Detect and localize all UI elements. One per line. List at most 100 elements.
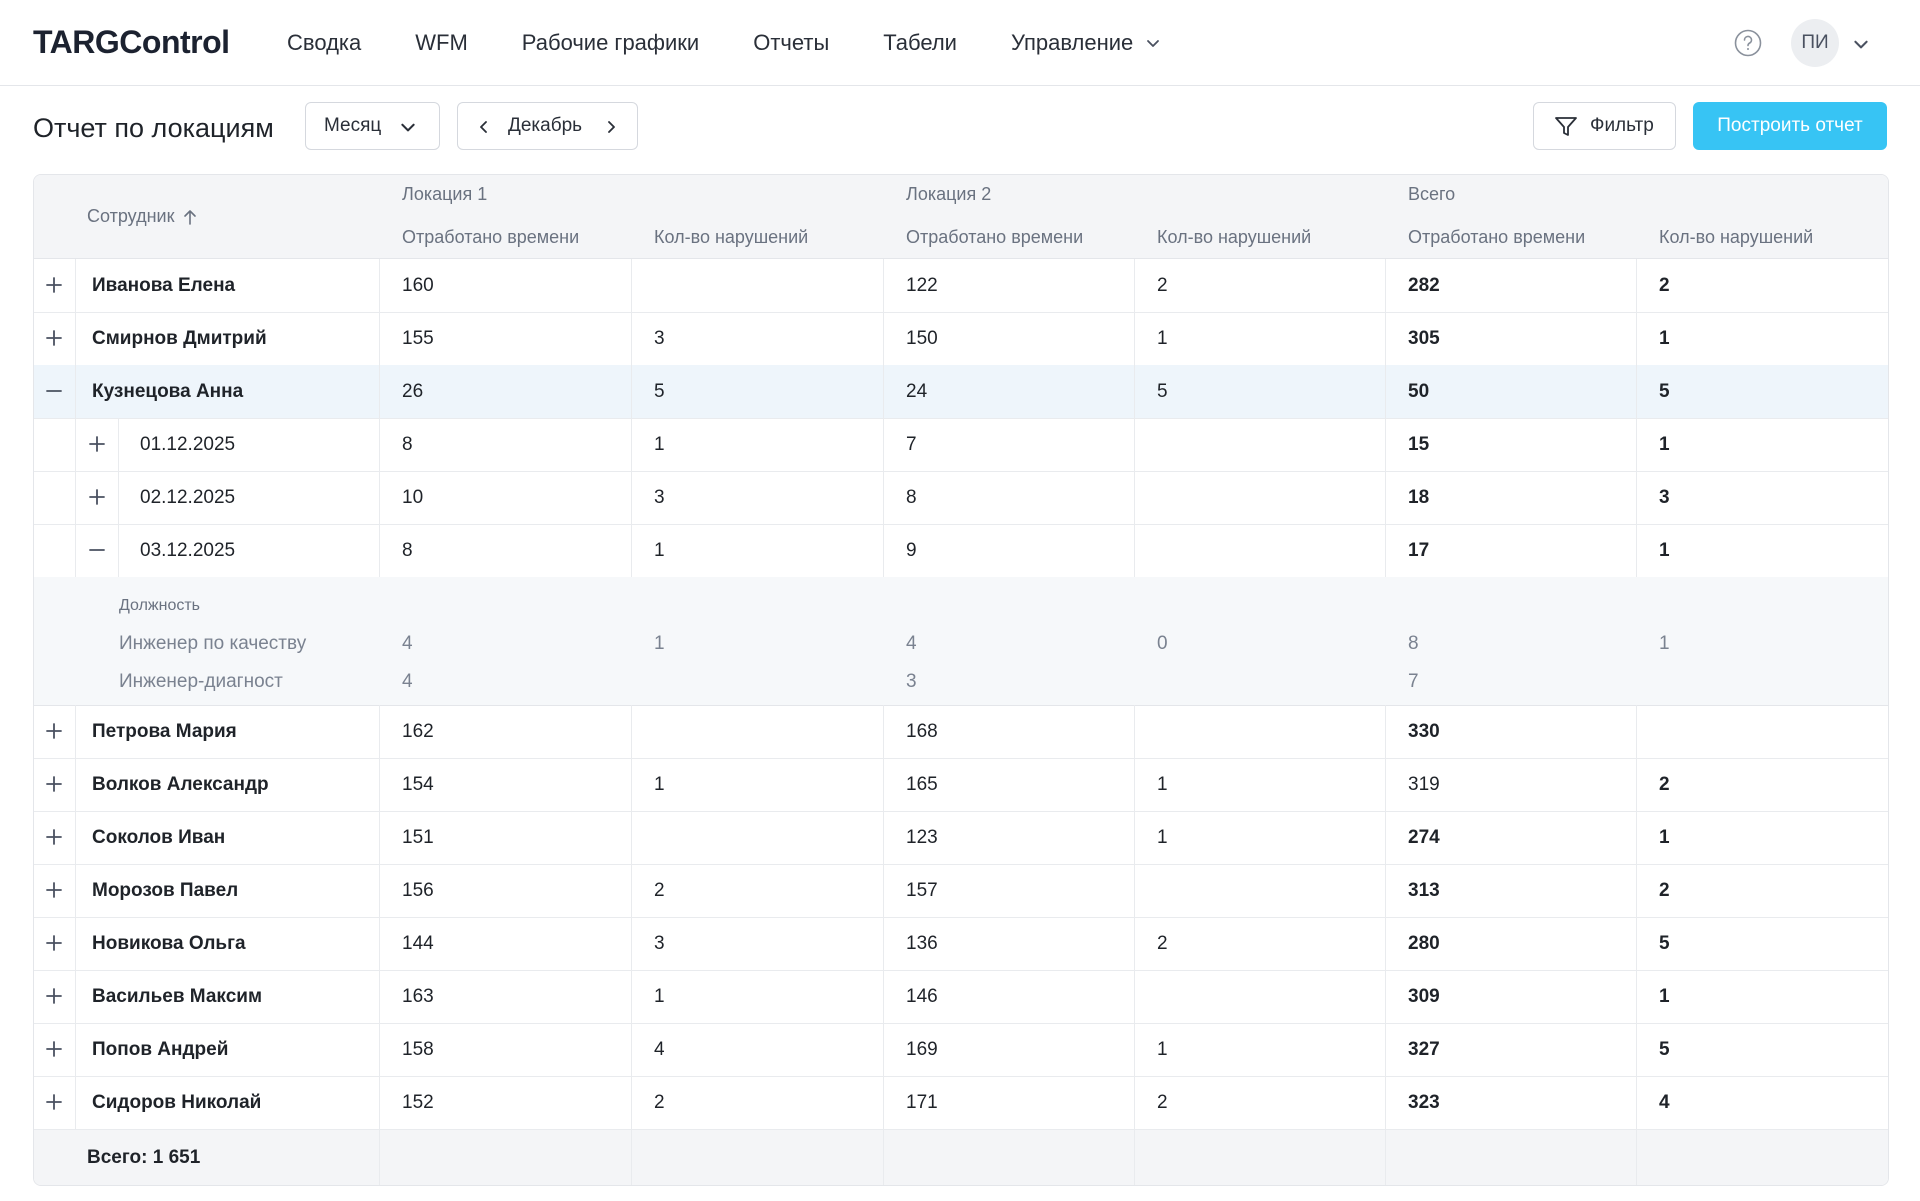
column-divider [379,1023,380,1076]
column-divider [379,524,380,577]
employee-row[interactable]: Морозов Павел 156 2 157 313 2 [34,864,1888,918]
column-divider [1636,1130,1637,1185]
nav-item-management[interactable]: Управление [1011,30,1161,56]
table-header: Сотрудник Локация 1 Локация 2 Всего Отра… [34,175,1888,259]
nav-item-timesheets[interactable]: Табели [883,30,957,56]
expand-icon[interactable] [88,488,106,506]
violations-cell: 3 [654,932,665,954]
column-divider [1636,917,1637,970]
column-divider [379,312,380,365]
group-header-total: Всего [1408,184,1456,204]
violations-cell: 2 [1157,932,1168,954]
hours-cell: 323 [1408,1091,1440,1113]
hours-cell: 282 [1408,274,1440,296]
date-row[interactable]: 01.12.2025 8 1 7 15 1 [34,418,1888,472]
nav-item-label: Сводка [287,30,362,55]
expand-icon[interactable] [45,329,63,347]
employee-name: Попов Андрей [92,1038,229,1060]
employee-row[interactable]: Кузнецова Анна 26 5 24 5 50 5 [34,365,1888,419]
expand-icon[interactable] [45,276,63,294]
expand-icon[interactable] [45,881,63,899]
expand-icon[interactable] [45,987,63,1005]
column-divider [75,811,76,864]
column-divider [1636,758,1637,811]
violations-cell: 2 [1157,274,1168,296]
column-divider [631,418,632,471]
date-row[interactable]: 02.12.2025 10 3 8 18 3 [34,471,1888,525]
violations-cell: 2 [654,879,665,901]
chevron-right-icon[interactable] [603,118,619,136]
nav-item-schedules[interactable]: Рабочие графики [522,30,699,56]
column-divider [75,418,76,471]
column-divider [75,864,76,917]
expand-icon[interactable] [88,435,106,453]
column-divider [631,917,632,970]
column-divider [1636,312,1637,365]
column-divider [379,917,380,970]
period-type-select[interactable]: Месяц [305,102,440,150]
nav-item-reports[interactable]: Отчеты [753,30,829,56]
employee-row[interactable]: Петрова Мария 162 168 330 [34,705,1888,759]
column-divider [75,471,76,524]
column-divider [1636,524,1637,577]
column-divider [75,970,76,1023]
column-divider [1385,524,1386,577]
employee-column-header[interactable]: Сотрудник [87,206,198,227]
column-divider [1636,811,1637,864]
footer-total: Всего: 1 651 [87,1130,200,1185]
employee-row[interactable]: Иванова Елена 160 122 2 282 2 [34,259,1888,313]
date-row[interactable]: 03.12.2025 8 1 9 17 1 [34,524,1888,578]
employee-name: Сидоров Николай [92,1091,262,1113]
chevron-down-icon[interactable] [1852,35,1870,53]
build-report-button[interactable]: Построить отчет [1693,102,1887,150]
employee-name: Соколов Иван [92,826,226,848]
employee-row[interactable]: Сидоров Николай 152 2 171 2 323 4 [34,1076,1888,1130]
expand-icon[interactable] [45,1093,63,1111]
violations-cell: 5 [1157,380,1168,402]
nav-item-wfm[interactable]: WFM [415,30,468,56]
expand-icon[interactable] [45,1040,63,1058]
employee-row[interactable]: Васильев Максим 163 1 146 309 1 [34,970,1888,1024]
expand-icon[interactable] [45,722,63,740]
column-divider [1385,418,1386,471]
main-nav: Сводка WFM Рабочие графики Отчеты Табели… [287,0,1215,86]
hours-cell: 123 [906,826,938,848]
column-divider [379,758,380,811]
column-divider [1134,418,1135,471]
violations-cell: 1 [654,985,665,1007]
column-divider [883,705,884,758]
expand-icon[interactable] [45,828,63,846]
collapse-icon[interactable] [45,382,63,400]
employee-row[interactable]: Соколов Иван 151 123 1 274 1 [34,811,1888,865]
employee-row[interactable]: Смирнов Дмитрий 155 3 150 1 305 1 [34,312,1888,366]
column-divider [631,1023,632,1076]
date-label: 01.12.2025 [140,433,236,455]
expand-icon[interactable] [45,775,63,793]
violations-cell: 1 [1157,327,1168,349]
column-divider [1385,471,1386,524]
help-icon[interactable] [1734,29,1762,57]
violations-cell: 1 [1659,327,1670,349]
violations-cell: 2 [1157,1091,1168,1113]
chevron-left-icon[interactable] [476,118,492,136]
employee-row[interactable]: Новикова Ольга 144 3 136 2 280 5 [34,917,1888,971]
user-avatar[interactable]: ПИ [1791,19,1839,67]
expand-icon[interactable] [45,934,63,952]
column-divider [631,811,632,864]
employee-row[interactable]: Попов Андрей 158 4 169 1 327 5 [34,1023,1888,1077]
subheader-violations: Кол-во нарушений [1659,227,1814,247]
position-breakdown: Должность Инженер по качеству 4 1 4 0 8 1 Инжене… [34,577,1888,706]
hours-cell: 154 [402,773,434,795]
app-logo[interactable]: TARGControl [33,24,230,61]
employee-row[interactable]: Волков Александр 154 1 165 1 319 2 [34,758,1888,812]
violations-cell: 1 [1157,773,1168,795]
column-divider [1385,1130,1386,1185]
filter-button[interactable]: Фильтр [1533,102,1676,150]
violations-cell: 1 [654,539,665,561]
hours-cell: 162 [402,720,434,742]
date-label: 02.12.2025 [140,486,236,508]
column-divider [75,917,76,970]
nav-item-summary[interactable]: Сводка [287,30,361,56]
hours-cell: 18 [1408,486,1430,508]
collapse-icon[interactable] [88,541,106,559]
